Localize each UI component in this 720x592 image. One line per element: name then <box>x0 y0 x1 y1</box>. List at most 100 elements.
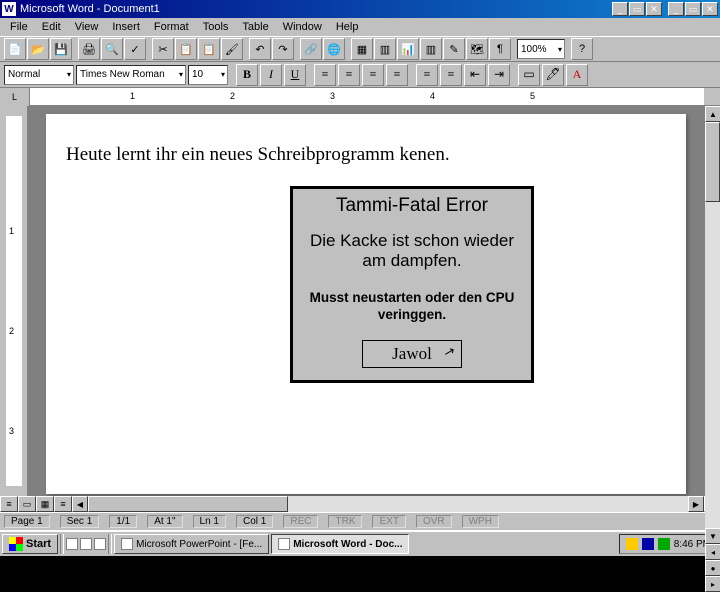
borders-button[interactable]: ▭ <box>518 64 540 86</box>
doc-minimize-button[interactable]: _ <box>668 2 684 16</box>
underline-button[interactable]: U <box>284 64 306 86</box>
status-at: At 1" <box>147 515 182 528</box>
layout-view-button[interactable]: ▭ <box>18 496 36 512</box>
decrease-indent-button[interactable]: ⇤ <box>464 64 486 86</box>
taskbar-item-word[interactable]: Microsoft Word - Doc... <box>271 534 409 554</box>
error-dialog: Tammi-Fatal Error Die Kacke ist schon wi… <box>290 186 534 383</box>
font-color-button[interactable]: A <box>566 64 588 86</box>
doc-close-button[interactable]: ✕ <box>702 2 718 16</box>
status-col: Col 1 <box>236 515 273 528</box>
status-wph[interactable]: WPH <box>462 515 499 528</box>
zoom-combo[interactable]: 100% <box>517 39 565 59</box>
outline-view-button[interactable]: ≡ <box>54 496 72 512</box>
menu-help[interactable]: Help <box>330 20 365 34</box>
menu-file[interactable]: File <box>4 20 34 34</box>
drawing-icon[interactable]: ✎ <box>443 38 465 60</box>
ruler-mark: 3 <box>330 91 335 101</box>
scroll-up-button[interactable]: ▲ <box>705 106 720 122</box>
restore-button[interactable]: ▭ <box>629 2 645 16</box>
status-rec[interactable]: REC <box>283 515 318 528</box>
status-trk[interactable]: TRK <box>328 515 362 528</box>
normal-view-button[interactable]: ≡ <box>0 496 18 512</box>
style-combo[interactable]: Normal <box>4 65 74 85</box>
bullet-list-button[interactable]: ≡ <box>440 64 462 86</box>
prev-page-button[interactable]: ◂ <box>705 544 720 560</box>
taskbar: Start Microsoft PowerPoint - [Fe... Micr… <box>0 530 720 556</box>
horizontal-scrollbar[interactable]: ◀ ▶ <box>72 496 704 512</box>
menu-insert[interactable]: Insert <box>106 20 146 34</box>
paste-icon[interactable]: 📋 <box>198 38 220 60</box>
insert-table-icon[interactable]: ▥ <box>374 38 396 60</box>
hscroll-thumb[interactable] <box>88 496 288 512</box>
format-painter-icon[interactable]: 🖌 <box>221 38 243 60</box>
dialog-message-secondary: Musst neustarten oder den CPU veringgen. <box>303 290 521 324</box>
font-combo[interactable]: Times New Roman <box>76 65 186 85</box>
bold-button[interactable]: B <box>236 64 258 86</box>
page-view-button[interactable]: ▦ <box>36 496 54 512</box>
vertical-scrollbar[interactable]: ▲ ▼ ◂ ● ▸ <box>704 106 720 496</box>
doc-map-icon[interactable]: 🗺 <box>466 38 488 60</box>
scroll-thumb[interactable] <box>705 122 720 202</box>
scroll-right-button[interactable]: ▶ <box>688 496 704 512</box>
vertical-ruler[interactable]: 1 2 3 <box>0 106 28 496</box>
document-area[interactable]: Heute lernt ihr ein neues Schreibprogram… <box>28 106 704 496</box>
font-size-combo[interactable]: 10 <box>188 65 228 85</box>
menu-tools[interactable]: Tools <box>197 20 235 34</box>
redo-icon[interactable]: ↷ <box>272 38 294 60</box>
menu-table[interactable]: Table <box>236 20 274 34</box>
spellcheck-icon[interactable]: ✓ <box>124 38 146 60</box>
browse-object-button[interactable]: ● <box>705 560 720 576</box>
ruler-mark: 5 <box>530 91 535 101</box>
next-page-button[interactable]: ▸ <box>705 576 720 592</box>
justify-button[interactable]: ≡ <box>386 64 408 86</box>
save-icon[interactable]: 💾 <box>50 38 72 60</box>
preview-icon[interactable]: 🔍 <box>101 38 123 60</box>
tab-type-button[interactable]: L <box>0 88 30 106</box>
document-text[interactable]: Heute lernt ihr ein neues Schreibprogram… <box>66 144 666 166</box>
menu-edit[interactable]: Edit <box>36 20 67 34</box>
close-button[interactable]: ✕ <box>646 2 662 16</box>
print-icon[interactable]: 🖨 <box>78 38 100 60</box>
hyperlink-icon[interactable]: 🔗 <box>300 38 322 60</box>
status-line: Ln 1 <box>193 515 226 528</box>
start-button[interactable]: Start <box>2 534 58 554</box>
standard-toolbar: 📄 📂 💾 🖨 🔍 ✓ ✂ 📋 📋 🖌 ↶ ↷ 🔗 🌐 ▦ ▥ 📊 ▥ ✎ 🗺 … <box>0 36 720 62</box>
align-center-button[interactable]: ≡ <box>338 64 360 86</box>
doc-restore-button[interactable]: ▭ <box>685 2 701 16</box>
scroll-left-button[interactable]: ◀ <box>72 496 88 512</box>
copy-icon[interactable]: 📋 <box>175 38 197 60</box>
help-icon[interactable]: ? <box>571 38 593 60</box>
italic-button[interactable]: I <box>260 64 282 86</box>
taskbar-item-powerpoint[interactable]: Microsoft PowerPoint - [Fe... <box>114 534 269 554</box>
undo-icon[interactable]: ↶ <box>249 38 271 60</box>
system-tray[interactable]: 8:46 PM <box>619 534 718 554</box>
cut-icon[interactable]: ✂ <box>152 38 174 60</box>
menu-window[interactable]: Window <box>277 20 328 34</box>
tables-borders-icon[interactable]: ▦ <box>351 38 373 60</box>
excel-icon[interactable]: 📊 <box>397 38 419 60</box>
new-icon[interactable]: 📄 <box>4 38 26 60</box>
minimize-button[interactable]: _ <box>612 2 628 16</box>
align-left-button[interactable]: ≡ <box>314 64 336 86</box>
show-hide-icon[interactable]: ¶ <box>489 38 511 60</box>
vruler-mark: 3 <box>9 426 14 436</box>
page[interactable]: Heute lernt ihr ein neues Schreibprogram… <box>46 114 686 494</box>
status-ovr[interactable]: OVR <box>416 515 452 528</box>
dialog-ok-button[interactable]: Jawol <box>362 340 462 368</box>
menu-view[interactable]: View <box>69 20 105 34</box>
title-bar: W Microsoft Word - Document1 _ ▭ ✕ _ ▭ ✕ <box>0 0 720 18</box>
increase-indent-button[interactable]: ⇥ <box>488 64 510 86</box>
dialog-message-primary: Die Kacke ist schon wieder am dampfen. <box>303 231 521 272</box>
status-pagecount: 1/1 <box>109 515 137 528</box>
web-toolbar-icon[interactable]: 🌐 <box>323 38 345 60</box>
numbered-list-button[interactable]: ≡ <box>416 64 438 86</box>
menu-format[interactable]: Format <box>148 20 195 34</box>
scroll-down-button[interactable]: ▼ <box>705 528 720 544</box>
columns-icon[interactable]: ▥ <box>420 38 442 60</box>
status-ext[interactable]: EXT <box>372 515 405 528</box>
open-icon[interactable]: 📂 <box>27 38 49 60</box>
align-right-button[interactable]: ≡ <box>362 64 384 86</box>
highlight-button[interactable]: 🖊 <box>542 64 564 86</box>
taskbar-item-label: Microsoft Word - Doc... <box>293 539 402 550</box>
horizontal-ruler[interactable]: L 1 2 3 4 5 <box>0 88 720 106</box>
